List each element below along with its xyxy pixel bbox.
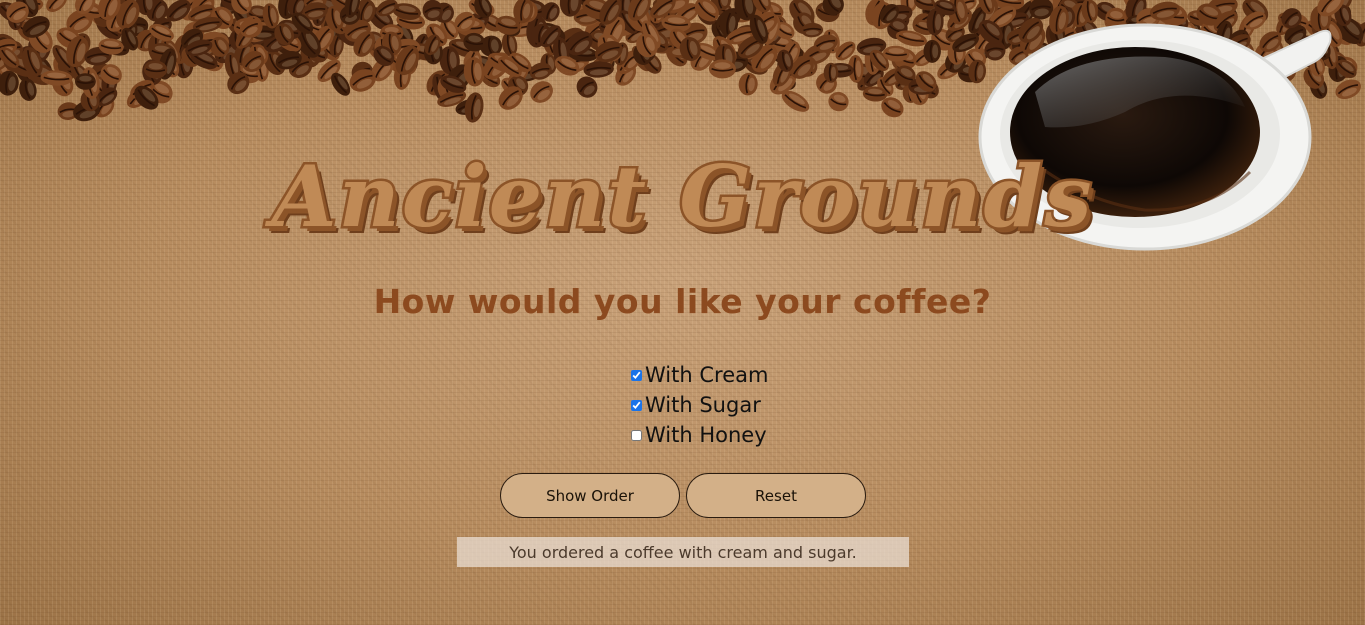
coffee-question-heading: How would you like your coffee?: [373, 282, 992, 321]
option-sugar[interactable]: With Sugar: [630, 390, 830, 420]
option-honey[interactable]: With Honey: [630, 420, 830, 450]
honey-checkbox[interactable]: [631, 429, 642, 441]
coffee-options: With Cream With Sugar With Honey: [630, 360, 830, 450]
sugar-checkbox[interactable]: [631, 399, 642, 411]
page-title: Ancient Grounds: [269, 147, 1094, 247]
coffee-bean: [738, 72, 758, 96]
show-order-button[interactable]: Show Order: [500, 473, 680, 518]
cream-checkbox[interactable]: [631, 369, 642, 381]
reset-button[interactable]: Reset: [686, 473, 866, 518]
option-cream-label: With Cream: [645, 363, 769, 387]
coffee-bean: [46, 0, 68, 13]
coffee-bean: [530, 81, 553, 103]
option-sugar-label: With Sugar: [645, 393, 761, 417]
coffee-bean: [464, 92, 484, 123]
order-result-message: You ordered a coffee with cream and suga…: [457, 537, 909, 567]
coffee-bean: [823, 62, 839, 83]
option-cream[interactable]: With Cream: [630, 360, 830, 390]
option-honey-label: With Honey: [645, 423, 767, 447]
action-buttons: Show Order Reset: [500, 473, 866, 518]
